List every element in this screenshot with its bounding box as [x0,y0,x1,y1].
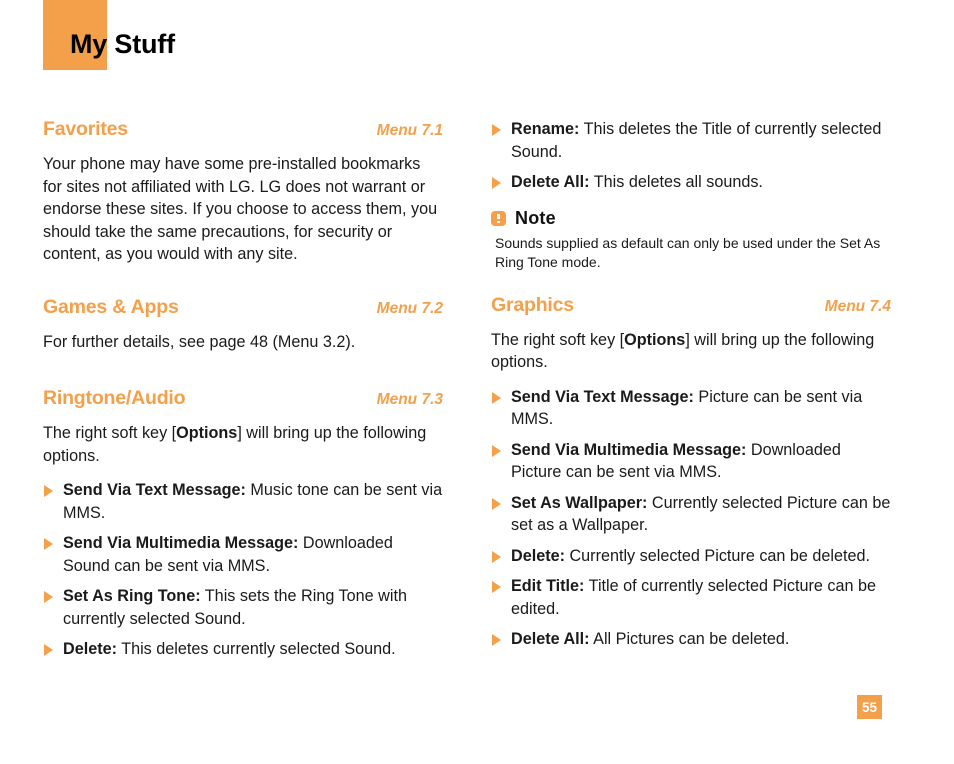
note-body: Sounds supplied as default can only be u… [495,234,881,270]
list-item-term: Delete All: [511,173,590,191]
list-item-term: Set As Wallpaper: [511,493,648,512]
section-header-graphics: Graphics Menu 7.4 [491,294,891,317]
list-item: Delete All: This deletes all sounds. [491,171,891,194]
list-item-term: Send Via Text Message: [511,387,694,406]
list-item: Send Via Multimedia Message: Downloaded … [491,439,891,484]
list-item: Delete: Currently selected Picture can b… [491,545,891,568]
right-column: Rename: This deletes the Title of curren… [491,118,891,659]
section-menu-graphics: Menu 7.4 [824,297,891,315]
list-item-term: Send Via Multimedia Message: [511,440,747,459]
section-header-ringtone-audio: Ringtone/Audio Menu 7.3 [43,387,443,410]
paragraph-games-apps: For further details, see page 48 (Menu 3… [43,332,356,351]
list-item: Set As Wallpaper: Currently selected Pic… [491,492,891,537]
page-header: My Stuff [0,0,954,72]
paragraph-ringtone-intro: The right soft key [Options] will bring … [43,422,443,467]
list-item-desc: This deletes currently selected Sound. [116,640,396,658]
section-graphics: Graphics Menu 7.4 The right soft key [Op… [491,294,891,651]
section-header-games-apps: Games & Apps Menu 7.2 [43,296,443,319]
triangle-bullet-icon [492,634,501,646]
intro-bold-options: Options [624,330,686,349]
list-item-term: Delete All: [511,630,590,648]
exclamation-icon [491,210,506,226]
triangle-bullet-icon [44,538,53,550]
triangle-bullet-icon [492,497,501,510]
list-item: Edit Title: Title of currently selected … [491,575,891,620]
list-item: Set As Ring Tone: This sets the Ring Ton… [43,585,443,630]
intro-before: The right soft key [ [43,424,177,442]
note-title: Note [515,207,556,228]
list-item-term: Set As Ring Tone: [63,587,201,605]
list-item-term: Delete: [63,640,117,658]
section-menu-ringtone-audio: Menu 7.3 [376,391,443,408]
list-item: Send Via Text Message: Picture can be se… [491,386,891,431]
intro-bold-options: Options [176,424,238,442]
list-item: Send Via Multimedia Message: Downloaded … [43,532,443,577]
note-header: Note [491,208,891,229]
triangle-bullet-icon [492,177,501,189]
paragraph-graphics-intro: The right soft key [Options] will bring … [491,329,891,374]
left-column: Favorites Menu 7.1 Your phone may have s… [43,118,443,669]
list-item-term: Send Via Text Message: [63,481,246,499]
section-header-favorites: Favorites Menu 7.1 [43,118,443,141]
list-item-term: Rename: [511,120,580,138]
list-item: Delete All: All Pictures can be deleted. [491,628,891,651]
section-title-games-apps: Games & Apps [43,295,179,318]
page-number-badge: 55 [857,695,882,719]
triangle-bullet-icon [492,550,501,563]
list-item-term: Edit Title: [511,577,585,595]
bullet-list-ringtone-audio: Send Via Text Message: Music tone can be… [43,479,443,661]
list-item-desc: Currently selected Picture can be delete… [564,546,871,565]
list-item-desc: All Pictures can be deleted. [589,630,790,648]
list-item: Send Via Text Message: Music tone can be… [43,479,443,524]
triangle-bullet-icon [492,444,501,457]
bullet-list-ringtone-continued: Rename: This deletes the Title of curren… [491,118,891,194]
intro-before: The right soft key [ [491,330,625,349]
page-title: My Stuff [70,29,175,59]
section-games-apps: Games & Apps Menu 7.2 For further detail… [43,296,443,354]
triangle-bullet-icon [492,581,501,593]
triangle-bullet-icon [492,124,501,136]
section-ringtone-audio: Ringtone/Audio Menu 7.3 The right soft k… [43,387,443,661]
section-menu-games-apps: Menu 7.2 [376,299,443,317]
triangle-bullet-icon [44,485,53,497]
note-box: Note Sounds supplied as default can only… [491,208,891,272]
section-title-ringtone-audio: Ringtone/Audio [43,387,186,409]
list-item-term: Send Via Multimedia Message: [63,534,299,552]
list-item: Rename: This deletes the Title of curren… [491,118,891,163]
list-item: Delete: This deletes currently selected … [43,638,443,661]
bullet-list-graphics: Send Via Text Message: Picture can be se… [491,386,891,651]
section-favorites: Favorites Menu 7.1 Your phone may have s… [43,118,443,266]
section-menu-favorites: Menu 7.1 [376,122,443,139]
section-title-graphics: Graphics [491,293,574,316]
triangle-bullet-icon [492,391,501,404]
section-title-favorites: Favorites [43,118,128,140]
triangle-bullet-icon [44,591,53,603]
list-item-term: Delete: [511,546,565,565]
paragraph-favorites: Your phone may have some pre-installed b… [43,155,438,263]
list-item-desc: This deletes all sounds. [589,173,763,191]
triangle-bullet-icon [44,644,53,656]
